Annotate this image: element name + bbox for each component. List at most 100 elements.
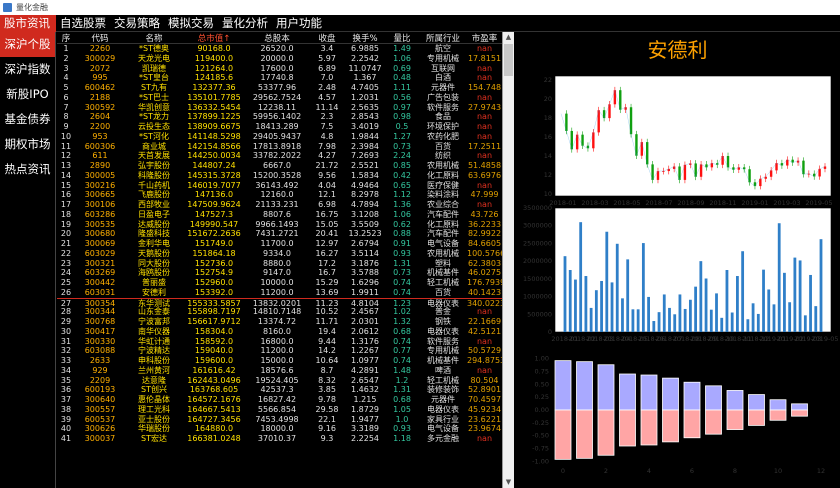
- table-row[interactable]: 4 995 *ST皇台 124185.6 17740.8 7.0 1.367 0.48 白酒 na…: [57, 73, 502, 83]
- table-row[interactable]: 19 300535 达威股份 149990.547 9966.1493 15.05 3.55…: [57, 220, 502, 230]
- table-cell: 0.69: [393, 63, 411, 73]
- table-cell: 4.2891: [351, 365, 379, 375]
- table-row[interactable]: 40 300626 华瑞股份 164880.0 18000.0 9.16 3.3189 0.9…: [57, 424, 502, 434]
- column-header-1[interactable]: 代码: [75, 32, 125, 43]
- table-row[interactable]: 29 300768 宁波富邦 156617.9712 13374.72 11.71 2.03…: [57, 317, 502, 327]
- table-cell: 2.6794: [351, 239, 379, 248]
- table-cell: 7.0: [320, 73, 334, 83]
- table-cell: 日盈电子: [138, 209, 170, 219]
- table-cell: 17600.0: [260, 63, 294, 73]
- table-cell: 4.27: [318, 151, 336, 161]
- table-cell: 千山药机: [138, 180, 170, 190]
- table-row[interactable]: 16 300665 飞鹿股份 147136.0 12160.0 12.1 8.2978 1.1…: [57, 190, 502, 200]
- table-cell: 啤酒: [435, 365, 451, 375]
- table-row[interactable]: 2 300029 天龙光电 119400.0 20000.0 5.97 2.2542 1.06…: [57, 54, 502, 64]
- table-cell: 1.9911: [351, 287, 379, 297]
- table-row[interactable]: 34 929 兰州黄河 161616.42 18576.6 8.7 4.2891 1.48 啤酒…: [57, 366, 502, 376]
- table-row[interactable]: 23 300321 同大股份 152736.0 8880.0 17.2 3.1876 1.31…: [57, 259, 502, 269]
- table-cell: 20000.0: [260, 53, 294, 63]
- table-scrollbar[interactable]: ▲ ▼: [502, 32, 514, 488]
- table-row[interactable]: 28 300344 山东金泰 155898.7197 14810.7148 10.52 2.…: [57, 307, 502, 317]
- column-header-2[interactable]: 名称: [125, 32, 183, 43]
- table-row[interactable]: 41 300037 ST宏达 166381.0248 37010.37 9.3 2.2254…: [57, 434, 502, 444]
- column-header-7[interactable]: 量比: [385, 32, 419, 43]
- table-cell: 100.5766: [467, 248, 502, 258]
- table-cell: 11: [60, 141, 72, 151]
- column-header-3[interactable]: 总市值↑: [183, 32, 245, 43]
- menu-item-4[interactable]: 量化分析: [218, 15, 272, 32]
- sidebar-item-3[interactable]: 基金债券: [0, 107, 55, 132]
- table-row[interactable]: 7 300592 华凯创意 136332.5454 12238.11 11.14 2.563…: [57, 103, 502, 113]
- volume-bar: [678, 294, 682, 332]
- table-row[interactable]: 24 603269 海鸥股份 152754.9 9147.0 16.7 3.5788 0.73…: [57, 268, 502, 278]
- table-row[interactable]: 9 2200 云投生态 138909.6675 18413.289 7.5 3.4019 0.…: [57, 122, 502, 132]
- table-row[interactable]: 35 2209 达意隆 162443.0496 19524.405 8.32 2.6547 1…: [57, 376, 502, 386]
- negative-bar: [683, 409, 701, 439]
- table-row[interactable]: 38 300557 理工光科 164667.5413 5566.854 29.58 1.87…: [57, 405, 502, 415]
- column-header-6[interactable]: 换手%: [345, 32, 385, 43]
- table-row[interactable]: 5 600462 ST九有 132377.36 53377.96 2.48 4.7405 1.…: [57, 83, 502, 93]
- table-row[interactable]: 8 2604 *ST龙力 137899.1225 59956.1402 2.3 2.8543…: [57, 112, 502, 122]
- volume-bar: [736, 276, 739, 332]
- table-row[interactable]: 32 603088 宁波精达 159040.0 11200.0 14.2 1.2267 0.7…: [57, 346, 502, 356]
- column-header-9[interactable]: 市盈率: [467, 32, 502, 43]
- table-cell: 2188: [89, 92, 111, 102]
- volume-bar: [746, 319, 750, 332]
- table-row[interactable]: 6 2188 *ST巴士 135101.7785 29562.7524 4.57 1.203…: [57, 93, 502, 103]
- menu-item-0[interactable]: 股市资讯: [0, 15, 56, 32]
- sidebar-item-2[interactable]: 新股IPO: [0, 82, 55, 107]
- table-cell: 金利华电: [138, 239, 170, 248]
- table-cell: 7.2693: [351, 151, 379, 161]
- scroll-thumb[interactable]: [504, 44, 513, 76]
- sidebar-item-4[interactable]: 期权市场: [0, 132, 55, 157]
- table-row[interactable]: 27 300354 东华测试 155333.5857 13832.0201 11.23 4.…: [57, 297, 502, 308]
- table-cell: 17.8151: [467, 53, 502, 63]
- column-header-5[interactable]: 收盘: [309, 32, 345, 43]
- table-row[interactable]: 31 300330 华虹计通 158592.0 16800.0 9.44 1.3176 0.7…: [57, 337, 502, 347]
- menu-item-3[interactable]: 模拟交易: [164, 15, 218, 32]
- table-row[interactable]: 25 300442 普丽盛 152960.0 10000.0 15.29 1.6296 0.7…: [57, 278, 502, 288]
- menu-item-5[interactable]: 用户功能: [272, 15, 326, 32]
- table-row[interactable]: 10 953 *ST河化 141148.5298 29405.9437 4.8 1.9844…: [57, 132, 502, 142]
- table-row[interactable]: 39 600537 亚士股份 164727.3456 7453.4998 22.1 1.94…: [57, 415, 502, 425]
- table-cell: 0.74: [393, 336, 411, 346]
- scroll-up-arrow-icon[interactable]: ▲: [503, 32, 514, 43]
- table-cell: 2260: [89, 44, 111, 53]
- table-row[interactable]: 11 600306 商业城 142154.8566 17813.8918 7.98 2.39…: [57, 142, 502, 152]
- table-row[interactable]: 20 300680 隆盛科技 151672.2636 7431.2721 20.41 13.…: [57, 229, 502, 239]
- x-tick-label: 2: [604, 467, 608, 475]
- table-cell: 16.27: [315, 248, 339, 258]
- menu-item-1[interactable]: 自选股票: [56, 15, 110, 32]
- table-row[interactable]: 15 300216 千山药机 146019.7077 36143.492 4.04 4.94…: [57, 181, 502, 191]
- table-row[interactable]: 18 603286 日盈电子 147527.3 8807.6 16.75 3.1208 1.0…: [57, 210, 502, 220]
- table-row[interactable]: 14 300005 科隆股份 145315.3728 15200.3528 9.56 1.5…: [57, 171, 502, 181]
- table-row[interactable]: 26 603031 安德利 153392.0 11200.0 13.69 1.9911 0.7…: [57, 288, 502, 298]
- table-row[interactable]: 13 2890 弘宇股份 144807.24 6667.0 21.72 2.5521 0.85…: [57, 161, 502, 171]
- table-cell: 1.5834: [351, 170, 379, 180]
- table-row[interactable]: 17 300106 西部牧业 147509.9624 21133.231 6.98 4.78…: [57, 200, 502, 210]
- column-header-8[interactable]: 所属行业: [419, 32, 467, 43]
- table-cell: 152960.0: [194, 278, 234, 287]
- table-row[interactable]: 12 611 天首发展 144250.0034 33782.2022 4.27 7.2693…: [57, 151, 502, 161]
- table-row[interactable]: 21 300069 金利华电 151749.0 11700.0 12.97 2.6794 0.…: [57, 239, 502, 249]
- scroll-down-arrow-icon[interactable]: ▼: [503, 477, 514, 488]
- table-cell: 8807.6: [263, 209, 291, 219]
- table-cell: 1.06: [393, 209, 411, 219]
- sidebar-item-1[interactable]: 深沪指数: [0, 57, 55, 82]
- sidebar-item-0[interactable]: 深沪个股: [0, 32, 55, 57]
- table-row[interactable]: 33 2633 申科股份 159600.0 15000.0 10.64 1.0977 0.74…: [57, 356, 502, 366]
- table-cell: 15.05: [315, 219, 339, 229]
- table-row[interactable]: 37 300640 惠伦晶体 164572.1676 16827.42 9.78 1.215…: [57, 395, 502, 405]
- table-row[interactable]: 22 603029 天鹅股份 151864.18 9334.0 16.27 3.5114 0.…: [57, 249, 502, 259]
- menu-item-2[interactable]: 交易策略: [110, 15, 164, 32]
- table-row[interactable]: 30 300417 南华仪器 158304.0 8160.0 19.4 2.0612 0.68…: [57, 327, 502, 337]
- table-row[interactable]: 1 2260 *ST德奥 90168.0 26520.0 3.4 6.9885 1.49 航空 n…: [57, 44, 502, 54]
- column-header-0[interactable]: 序: [57, 32, 75, 43]
- column-header-4[interactable]: 总股本: [245, 32, 309, 43]
- sidebar-item-5[interactable]: 热点资讯: [0, 157, 55, 182]
- table-cell: 30: [60, 326, 72, 336]
- table-cell: 929: [92, 365, 108, 375]
- table-cell: 27: [60, 298, 72, 308]
- table-row[interactable]: 36 600193 ST创兴 163768.605 42537.3 3.85 1.4632 1…: [57, 385, 502, 395]
- table-row[interactable]: 3 2072 凯瑞德 121264.0 17600.0 6.89 11.0747 0.69 互联…: [57, 64, 502, 74]
